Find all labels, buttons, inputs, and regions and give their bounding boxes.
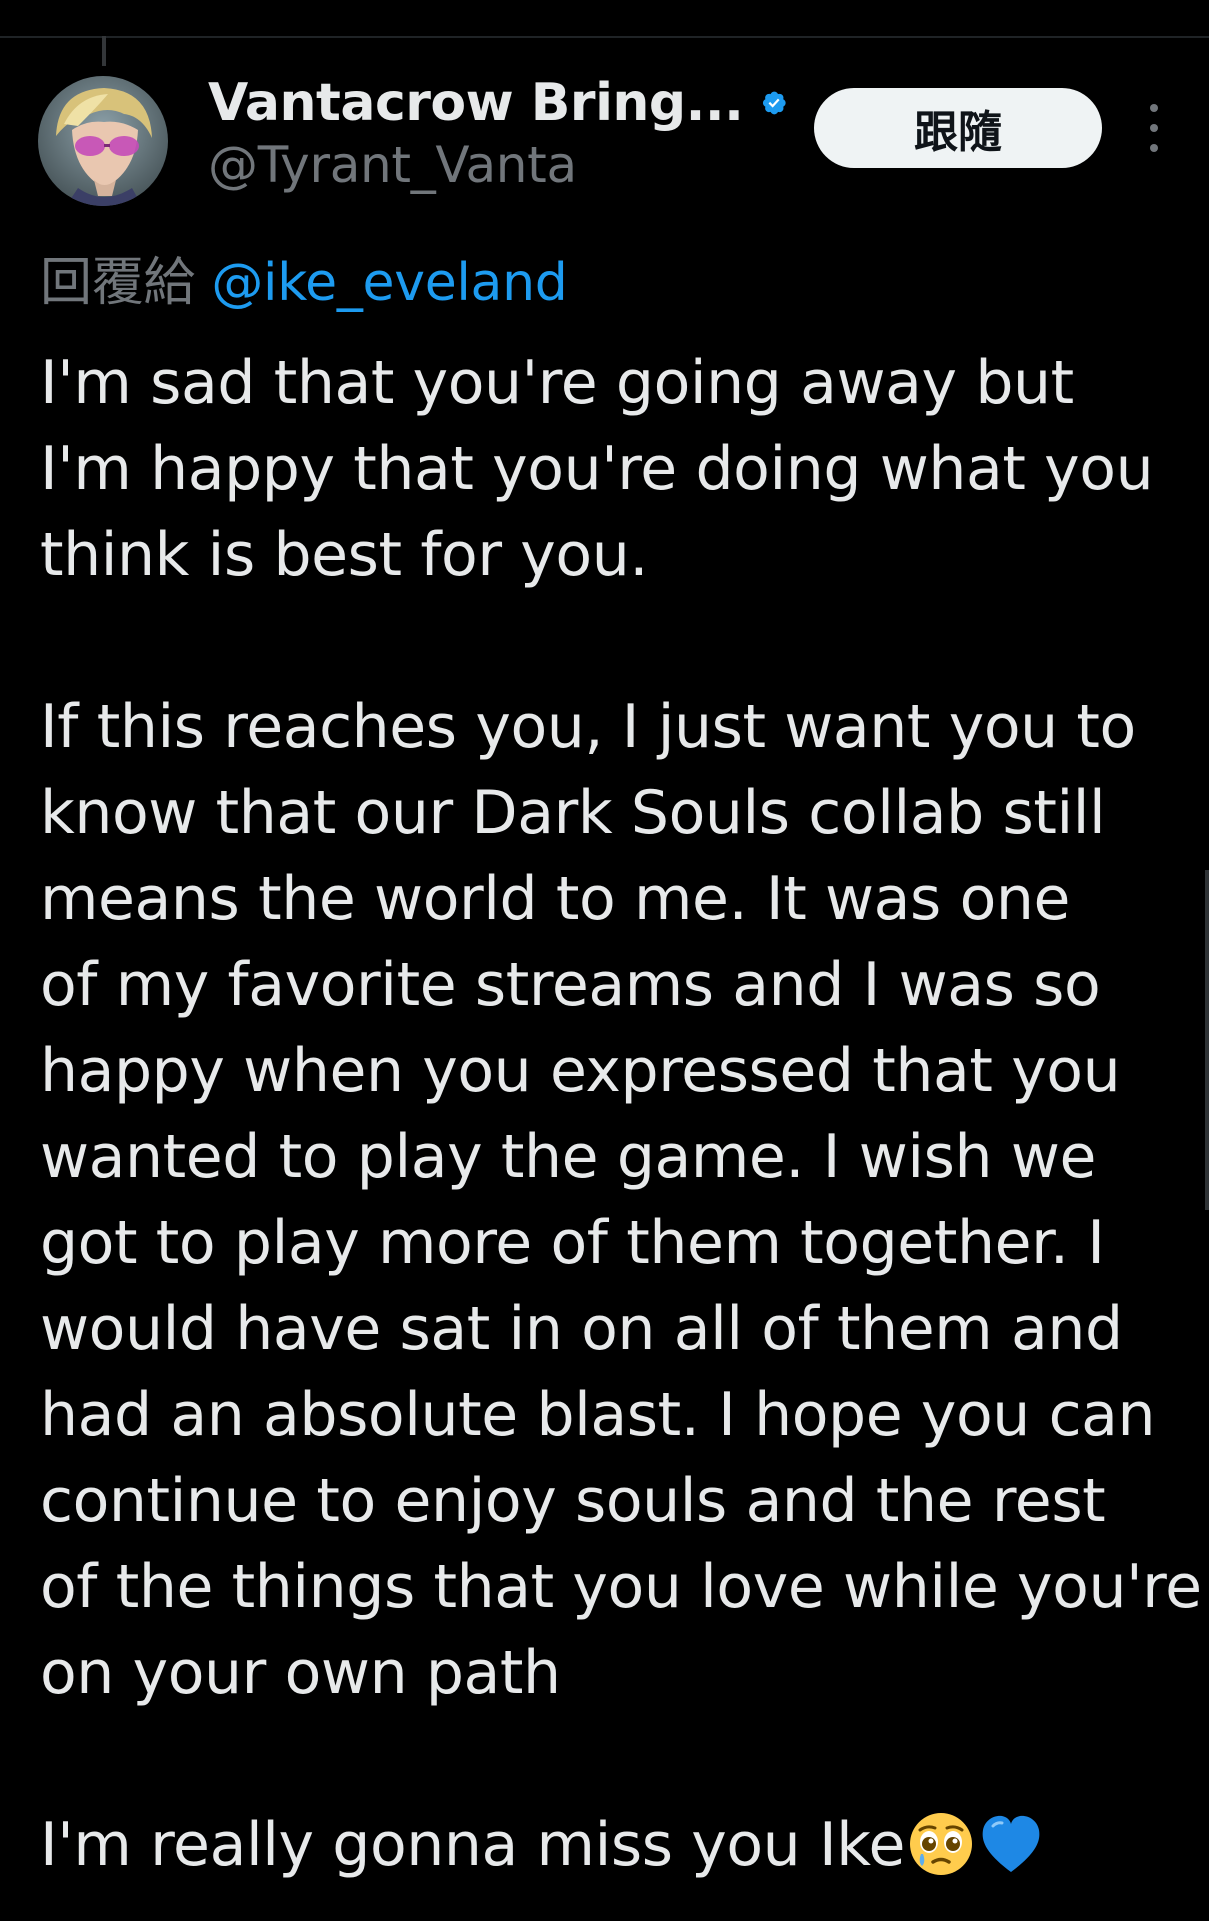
avatar-image: [38, 76, 168, 206]
tweet-line: wanted to play the game. I wish we: [40, 1122, 1097, 1192]
tweet-line: know that our Dark Souls collab still: [40, 778, 1106, 848]
pleading-face-emoji-icon: [907, 1810, 975, 1896]
tweet-line: If this reaches you, I just want you to: [40, 692, 1136, 762]
display-name[interactable]: Vantacrow Bring...: [208, 73, 744, 133]
tweet-line: means the world to me. It was one: [40, 864, 1071, 934]
thread-connector-line: [102, 36, 106, 66]
more-dot: [1150, 104, 1158, 112]
more-dot: [1150, 144, 1158, 152]
tweet-line: got to play more of them together. I: [40, 1208, 1105, 1278]
scrollbar[interactable]: [1205, 870, 1209, 1210]
follow-button[interactable]: 跟隨: [814, 88, 1102, 168]
blue-heart-emoji-icon: [977, 1810, 1045, 1896]
reply-mention-link[interactable]: @ike_eveland: [211, 253, 567, 313]
tweet-line: had an absolute blast. I hope you can: [40, 1380, 1156, 1450]
name-row: Vantacrow Bring...: [208, 70, 788, 136]
reply-prefix: 回覆給: [40, 253, 196, 313]
avatar[interactable]: [38, 76, 168, 206]
reply-context: 回覆給 @ike_eveland: [40, 240, 568, 315]
tweet-line: of the things that you love while you're: [40, 1552, 1202, 1622]
tweet-paragraph: If this reaches you, I just want you to …: [40, 684, 1202, 1716]
tweet-line: happy when you expressed that you: [40, 1036, 1121, 1106]
more-options-icon[interactable]: [1140, 104, 1168, 152]
tweet-line: think is best for you.: [40, 520, 649, 590]
tweet-line: would have sat in on all of them and: [40, 1294, 1123, 1364]
tweet-header: Vantacrow Bring... @Tyrant_Vanta: [208, 70, 788, 194]
more-dot: [1150, 124, 1158, 132]
verified-badge-icon: [763, 91, 787, 115]
user-handle[interactable]: @Tyrant_Vanta: [208, 136, 788, 194]
tweet-line: of my favorite streams and I was so: [40, 950, 1101, 1020]
tweet-line-text: I'm really gonna miss you Ike: [40, 1810, 905, 1880]
tweet-paragraph: I'm sad that you're going away but I'm h…: [40, 340, 1190, 598]
timeline-divider: [0, 36, 1209, 38]
tweet-text: I'm sad that you're going away but I'm h…: [40, 340, 1202, 1896]
tweet-line: on your own path: [40, 1638, 561, 1708]
tweet-line: I'm happy that you're doing what you: [40, 434, 1154, 504]
tweet-line: continue to enjoy souls and the rest: [40, 1466, 1106, 1536]
tweet-line: I'm sad that you're going away but: [40, 348, 1074, 418]
tweet-paragraph: I'm really gonna miss you Ike: [40, 1802, 1190, 1896]
tweet-line-last: I'm really gonna miss you Ike: [40, 1802, 1190, 1896]
